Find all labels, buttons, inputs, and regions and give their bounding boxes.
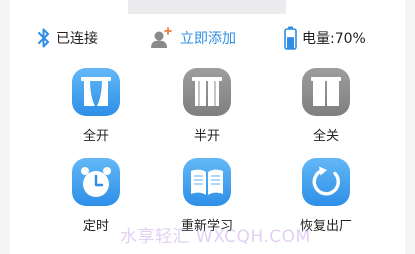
open-all-button[interactable]: 全开 bbox=[51, 68, 141, 144]
control-grid: 全开 半开 全关 定时 重新学习 恢复出厂 bbox=[0, 0, 415, 254]
curtain-open-icon bbox=[72, 68, 120, 116]
close-all-button[interactable]: 全关 bbox=[281, 68, 371, 144]
close-all-label: 全关 bbox=[312, 129, 339, 144]
refresh-icon bbox=[302, 158, 350, 206]
open-all-label: 全开 bbox=[82, 129, 109, 144]
half-open-label: 半开 bbox=[193, 129, 220, 144]
curtain-closed-icon bbox=[302, 68, 350, 116]
half-open-button[interactable]: 半开 bbox=[162, 68, 252, 144]
watermark: 水享轻汇 WXCQH.COM bbox=[120, 227, 311, 247]
alarm-clock-icon bbox=[72, 158, 120, 206]
open-book-icon bbox=[183, 158, 231, 206]
curtain-half-icon bbox=[183, 68, 231, 116]
